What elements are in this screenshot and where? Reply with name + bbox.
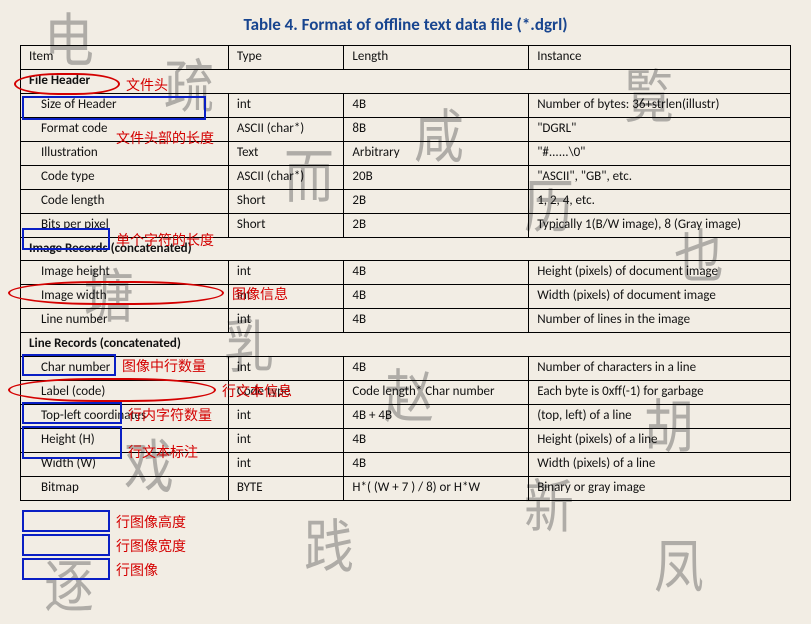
row-size-of-header: Size of Header int 4B Number of bytes: 3… [21, 93, 791, 117]
col-length: Length [344, 46, 529, 70]
row-image-width: Image width int 4B Width (pixels) of doc… [21, 285, 791, 309]
col-instance: Instance [529, 46, 791, 70]
row-char-number: Char number int 4B Number of characters … [21, 357, 791, 381]
row-width-w: Width (W) int 4B Width (pixels) of a lin… [21, 452, 791, 476]
row-bits-per-pixel: Bits per pixel Short 2B Typically 1(B/W … [21, 213, 791, 237]
row-format-code: Format code ASCII (char*) 8B "DGRL" [21, 117, 791, 141]
note-line-img: 行图像 [116, 560, 158, 580]
row-line-number: Line number int 4B Number of lines in th… [21, 309, 791, 333]
section-image-records: Image Records (concatenated) [21, 237, 791, 261]
box-height-h [22, 510, 110, 532]
row-illustration: Illustration Text Arbitrary "#......\0" [21, 141, 791, 165]
row-image-height: Image height int 4B Height (pixels) of d… [21, 261, 791, 285]
row-top-left: Top-left coordinates int 4B + 4B (top, l… [21, 405, 791, 429]
row-code-type: Code type ASCII (char*) 20B "ASCII", "GB… [21, 165, 791, 189]
row-label-code: Label (code) Code type Code length* Char… [21, 381, 791, 405]
col-item: Item [21, 46, 229, 70]
format-table: Item Type Length Instance File Header Si… [20, 45, 791, 501]
row-code-length: Code length Short 2B 1, 2, 4, etc. [21, 189, 791, 213]
col-type: Type [228, 46, 344, 70]
header-row: Item Type Length Instance [21, 46, 791, 70]
box-width-w [22, 534, 110, 556]
table-title: Table 4. Format of offline text data fil… [20, 14, 791, 35]
box-bitmap [22, 558, 110, 580]
row-bitmap: Bitmap BYTE H*( (W + 7 ) / 8) or H*W Bin… [21, 476, 791, 500]
section-line-records: Line Records (concatenated) [21, 333, 791, 357]
note-line-img-w: 行图像宽度 [116, 536, 186, 556]
section-file-header: File Header [21, 69, 791, 93]
row-height-h: Height (H) int 4B Height (pixels) of a l… [21, 429, 791, 453]
note-line-img-h: 行图像高度 [116, 512, 186, 532]
